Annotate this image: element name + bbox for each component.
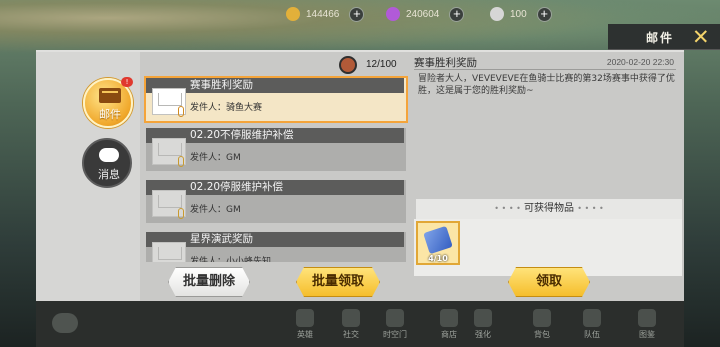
enhance-icon	[474, 309, 492, 327]
mail-counter: 12/100	[339, 56, 409, 74]
batch-delete-button[interactable]: 批量删除	[168, 267, 250, 297]
unread-badge: !	[121, 77, 133, 87]
mail-detail: 赛事胜利奖励 2020-02-20 22:30 冒险者大人，VEVEVEVE在鱼…	[414, 52, 684, 302]
rewards-title: 可获得物品	[524, 203, 574, 214]
social-icon	[342, 309, 360, 327]
detail-body: 冒险者大人，VEVEVEVE在鱼骑士比赛的第32场赛事中获得了优胜，这是属于您的…	[418, 74, 675, 96]
nav-label: 社交	[343, 330, 359, 339]
gold-amount: 144466	[306, 8, 340, 20]
attachment-icon	[178, 106, 184, 117]
currency-gem: 240604 +	[386, 5, 465, 23]
nav-label: 队伍	[584, 330, 600, 339]
hero-icon	[296, 309, 314, 327]
nav-shop[interactable]: 商店	[432, 309, 466, 340]
batch-claim-button[interactable]: 批量领取	[296, 267, 380, 297]
mail-panel: ! 邮件 消息 12/100 赛事胜利奖励 发件人：骑鱼大赛 02.20不停服维…	[36, 50, 684, 302]
attachment-icon	[178, 156, 184, 167]
codex-icon	[638, 309, 656, 327]
ticket-icon	[423, 225, 453, 255]
chat-icon[interactable]	[52, 313, 78, 333]
silver-coin-icon	[490, 7, 504, 21]
chat-bubble-icon	[99, 148, 119, 162]
mail-sender: 发件人：GM	[190, 205, 241, 215]
sidebar-item-label: 邮件	[99, 108, 121, 121]
mail-sender: 发件人：骑鱼大赛	[190, 103, 263, 113]
nav-bag[interactable]: 背包	[525, 309, 559, 340]
purple-gem-icon	[386, 7, 400, 21]
sidebar-item-mail[interactable]: ! 邮件	[83, 77, 133, 128]
nav-portal[interactable]: 时空门	[378, 309, 412, 340]
nav-label: 图鉴	[639, 330, 655, 339]
add-silver-button[interactable]: +	[536, 6, 552, 22]
nav-enhance[interactable]: 强化	[466, 309, 500, 340]
nav-label: 时空门	[383, 330, 407, 339]
mail-window-header: 邮件 ✕	[608, 24, 720, 50]
envelope-icon	[152, 242, 186, 262]
mail-sender: 发件人：GM	[190, 153, 241, 163]
bag-icon	[533, 309, 551, 327]
currency-gold: 144466 +	[286, 5, 365, 23]
decorative-dots-icon: • • • •	[577, 204, 604, 213]
silver-amount: 100	[510, 8, 527, 20]
divider	[414, 69, 676, 70]
team-icon	[583, 309, 601, 327]
window-title: 邮件	[646, 31, 675, 45]
mail-list-item[interactable]: 02.20不停服维护补偿 发件人：GM	[146, 128, 406, 171]
close-icon[interactable]: ✕	[692, 25, 710, 49]
gem-amount: 240604	[406, 8, 440, 20]
mail-sender: 发件人：小小蜂先知	[190, 257, 272, 262]
add-gem-button[interactable]: +	[449, 6, 465, 22]
claim-button[interactable]: 领取	[508, 267, 590, 297]
mail-list-item[interactable]: 星界演武奖励 发件人：小小蜂先知	[146, 232, 406, 262]
mail-list-item[interactable]: 赛事胜利奖励 发件人：骑鱼大赛	[146, 78, 406, 121]
mail-list-item[interactable]: 02.20停服维护补偿 发件人：GM	[146, 180, 406, 223]
sidebar-item-label: 消息	[98, 168, 120, 181]
detail-date: 2020-02-20 22:30	[606, 57, 674, 67]
sidebar-item-messages[interactable]: 消息	[82, 138, 132, 188]
add-gold-button[interactable]: +	[349, 6, 365, 22]
nav-codex[interactable]: 图鉴	[630, 309, 664, 340]
shop-icon	[440, 309, 458, 327]
reward-quantity: 4/10	[428, 254, 448, 263]
decorative-dots-icon: • • • •	[494, 204, 521, 213]
nav-label: 英雄	[297, 330, 313, 339]
currency-silver: 100 +	[490, 5, 552, 23]
mail-icon	[99, 88, 121, 103]
mail-count: 12/100	[366, 59, 397, 70]
reward-item[interactable]: 4/10	[416, 221, 460, 265]
nav-social[interactable]: 社交	[334, 309, 368, 340]
nav-team[interactable]: 队伍	[575, 309, 609, 340]
rewards-header: • • • • 可获得物品 • • • •	[416, 199, 682, 219]
nav-hero[interactable]: 英雄	[288, 309, 322, 340]
nav-label: 商店	[441, 330, 457, 339]
gold-coin-icon	[286, 7, 300, 21]
portal-icon	[386, 309, 404, 327]
attachment-icon	[178, 208, 184, 219]
nav-label: 背包	[534, 330, 550, 339]
mailbox-icon	[339, 56, 357, 74]
detail-title: 赛事胜利奖励	[414, 57, 477, 69]
nav-label: 强化	[475, 330, 491, 339]
